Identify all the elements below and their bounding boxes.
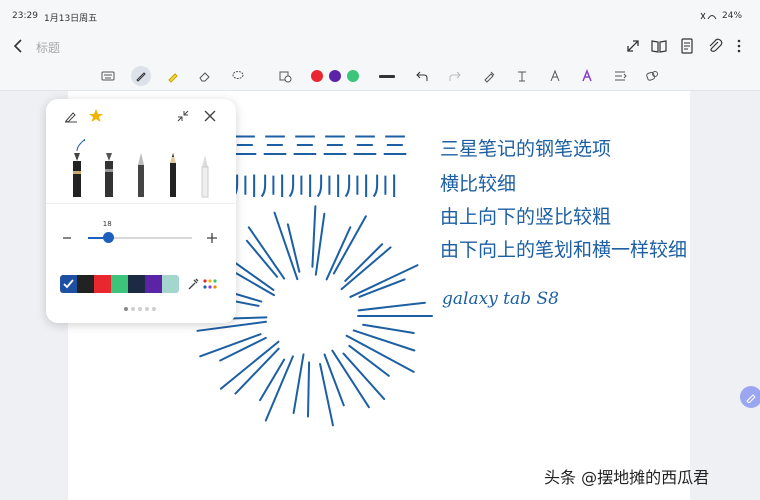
palette-color-5[interactable] <box>145 275 162 293</box>
status-time: 23:29 <box>12 11 38 21</box>
favorite-star-icon[interactable] <box>88 108 104 124</box>
color-red[interactable] <box>311 70 323 82</box>
note-title[interactable]: 标题 <box>36 39 60 56</box>
starburst-stroke <box>325 226 352 281</box>
page-dot <box>131 307 135 311</box>
lasso-icon[interactable] <box>229 67 247 85</box>
floating-pen-button[interactable] <box>740 386 760 408</box>
close-icon[interactable] <box>203 109 217 123</box>
undo-icon[interactable] <box>413 67 431 85</box>
starburst-stroke <box>247 226 286 280</box>
highlighter-icon[interactable] <box>164 67 182 85</box>
starburst-stroke <box>348 344 390 377</box>
starburst-stroke <box>286 223 301 273</box>
color-purple[interactable] <box>329 70 341 82</box>
pen-float-icon <box>746 394 756 403</box>
practice-row-horizontal: 三三三三三三 <box>232 132 412 162</box>
text-icon[interactable] <box>546 67 564 85</box>
text-style-icon[interactable] <box>513 67 531 85</box>
keyboard-icon[interactable] <box>99 67 117 85</box>
palette-color-3[interactable] <box>111 275 128 293</box>
starburst-stroke <box>314 212 326 276</box>
pen-settings-icon[interactable] <box>480 67 498 85</box>
starburst-stroke <box>292 353 305 414</box>
fountain-pen-icon[interactable] <box>69 139 85 199</box>
title-bar: 标题 <box>0 30 760 62</box>
palette-color-6[interactable] <box>162 275 179 293</box>
starburst-stroke <box>349 264 419 298</box>
starburst-stroke <box>344 243 384 282</box>
page-dot <box>152 307 156 311</box>
palette-color-1[interactable] <box>77 275 94 293</box>
palette-color-2[interactable] <box>94 275 111 293</box>
note-line-4: 由下向上的笔划和横一样较细 <box>440 239 687 261</box>
size-value: 18 <box>102 220 112 228</box>
color-picker-icon[interactable] <box>203 278 217 290</box>
eyedropper-icon[interactable] <box>186 277 200 291</box>
handwriting-icon[interactable] <box>578 67 596 85</box>
more-options-icon[interactable] <box>730 37 748 55</box>
starburst-stroke <box>357 301 426 312</box>
selected-check-icon <box>63 279 74 289</box>
palette-color-4[interactable] <box>128 275 145 293</box>
text-box-icon[interactable] <box>611 67 629 85</box>
starburst-stroke <box>311 205 317 268</box>
shape-icon[interactable] <box>276 67 294 85</box>
page-dot <box>124 307 128 311</box>
ballpoint-pen-icon[interactable] <box>133 139 149 199</box>
starburst-stroke <box>219 340 280 390</box>
increase-size-icon[interactable] <box>206 232 218 244</box>
drawing-toolbar <box>0 62 760 91</box>
attach-icon[interactable] <box>706 37 724 55</box>
starburst-stroke <box>307 361 311 418</box>
expand-icon[interactable] <box>624 37 642 55</box>
note-line-5: galaxy tab S8 <box>442 289 559 309</box>
page-dot <box>138 307 142 311</box>
color-green[interactable] <box>347 70 359 82</box>
starburst-stroke <box>345 334 415 373</box>
practice-row-vertical: 川川川川川川 <box>232 172 400 202</box>
decrease-size-icon[interactable] <box>62 233 72 243</box>
status-bar: 23:29 1月13日周五 24% <box>0 0 760 30</box>
starburst-stroke <box>259 358 286 402</box>
size-slider-thumb[interactable] <box>103 232 115 243</box>
palette-color-0[interactable] <box>60 275 77 293</box>
starburst-stroke <box>352 329 416 352</box>
calligraphy-pen-icon[interactable] <box>101 139 117 199</box>
starburst-stroke <box>196 320 267 332</box>
starburst-stroke <box>331 349 370 409</box>
collapse-icon[interactable] <box>176 109 190 123</box>
starburst-stroke <box>340 246 392 291</box>
note-line-3: 由上向下的竖比较粗 <box>440 206 611 228</box>
divider <box>46 203 236 204</box>
starburst-stroke <box>362 323 415 335</box>
back-icon[interactable] <box>10 37 28 55</box>
battery-level: 24% <box>722 11 743 21</box>
status-icons <box>700 12 717 20</box>
page-dot <box>145 307 149 311</box>
pencil-icon[interactable] <box>165 139 181 199</box>
pen-settings-panel: 18 <box>46 99 236 323</box>
more-icon[interactable] <box>643 67 661 85</box>
book-view-icon[interactable] <box>650 37 668 55</box>
note-line-2: 横比较细 <box>440 173 516 195</box>
template-icon[interactable] <box>678 37 696 55</box>
redo-icon[interactable] <box>446 67 464 85</box>
watermark: 头条 @摆地摊的西瓜君 <box>544 468 710 487</box>
pen-icon[interactable] <box>131 66 151 86</box>
pen-edit-icon[interactable] <box>63 108 79 124</box>
eraser-icon[interactable] <box>196 67 214 85</box>
stroke-width-icon[interactable] <box>379 75 395 78</box>
note-line-1: 三星笔记的钢笔选项 <box>440 138 611 160</box>
status-date: 1月13日周五 <box>44 14 98 24</box>
brush-pen-icon[interactable] <box>197 139 213 199</box>
